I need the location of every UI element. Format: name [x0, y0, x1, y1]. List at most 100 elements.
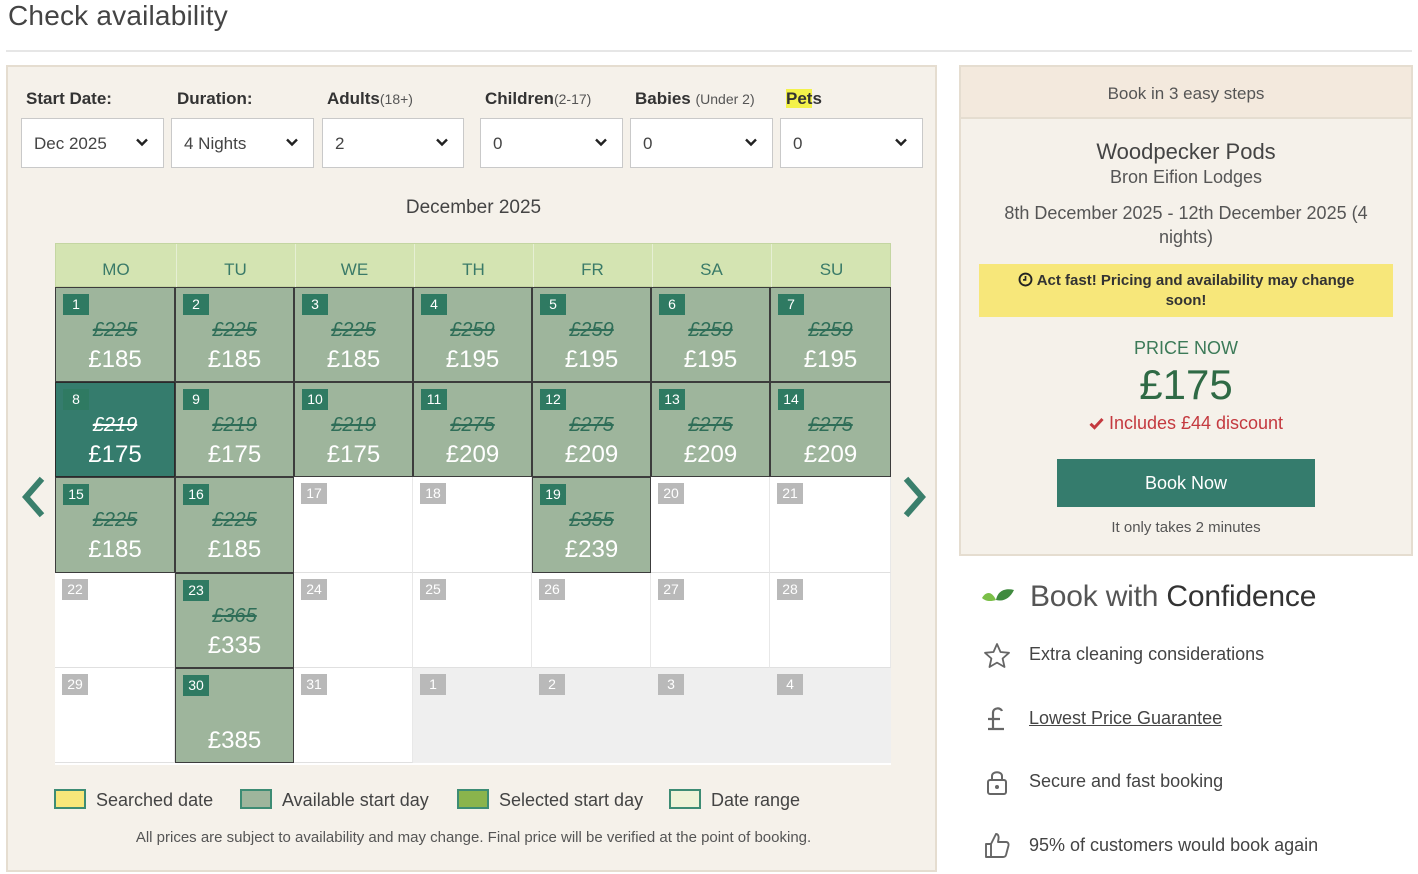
discounted-price: £195: [445, 346, 500, 373]
check-icon: [1089, 417, 1104, 430]
discounted-price: £175: [326, 441, 381, 468]
day-number: 16: [183, 484, 209, 505]
legend-label: Available start day: [282, 790, 429, 810]
duration-select[interactable]: 4 Nights: [171, 118, 314, 168]
calendar-day-2[interactable]: 2 £225 £185: [175, 287, 294, 382]
discounted-price: £209: [803, 441, 858, 468]
discounted-price: £175: [207, 441, 262, 468]
legend-item: Available start day: [240, 789, 429, 811]
weekday-header: MO TU WE TH FR SA SU: [55, 243, 891, 288]
calendar-day-23[interactable]: 23 £365 £335: [175, 573, 294, 668]
weekday-divider: [533, 244, 534, 288]
discounted-price: £335: [207, 632, 262, 659]
adults-label: Adults(18+): [327, 89, 413, 108]
price-now-label: PRICE NOW: [1133, 338, 1238, 358]
legend-item: Searched date: [54, 789, 213, 811]
calendar-day-4[interactable]: 4 £259 £195: [413, 287, 532, 382]
day-number: 12: [540, 389, 566, 410]
children-select[interactable]: 0: [480, 118, 623, 168]
calendar-day-16[interactable]: 16 £225 £185: [175, 477, 294, 573]
day-number: 2: [539, 674, 565, 695]
calendar-month-label: December 2025: [405, 197, 542, 218]
discount-text: Includes £44 discount: [1108, 413, 1284, 433]
legend-item: Date range: [669, 789, 800, 811]
children-value: 0: [493, 134, 503, 153]
legend-swatch: [240, 789, 272, 809]
lock-icon: [987, 771, 1007, 795]
calendar-day-6[interactable]: 6 £259 £195: [651, 287, 770, 382]
calendar-day-31: 31: [294, 668, 413, 763]
original-price: £225: [92, 319, 138, 341]
adults-select[interactable]: 2: [322, 118, 464, 168]
calendar-day-7[interactable]: 7 £259 £195: [770, 287, 891, 382]
weekday-divider: [295, 244, 296, 288]
price-now-value: £175: [1139, 361, 1233, 408]
calendar-day-30[interactable]: 30 £385: [175, 668, 294, 763]
weekday-label: TH: [462, 260, 485, 279]
day-number: 3: [302, 294, 328, 315]
pets-select[interactable]: 0: [780, 118, 923, 168]
chevron-right-icon[interactable]: [900, 475, 930, 519]
confidence-item-rebook: 95% of customers would book again: [1029, 835, 1319, 855]
discounted-price: £185: [207, 346, 262, 373]
calendar-day-13[interactable]: 13 £275 £209: [651, 382, 770, 477]
day-number: 2: [183, 294, 209, 315]
original-price: £275: [569, 414, 614, 436]
start-date-select[interactable]: Dec 2025: [21, 118, 164, 168]
book-now-button[interactable]: Book Now: [1057, 459, 1315, 507]
babies-select[interactable]: 0: [630, 118, 773, 168]
original-price: £259: [808, 319, 853, 341]
original-price: £275: [808, 414, 853, 436]
alert-text: Act fast! Pricing and availability may c…: [1036, 272, 1355, 309]
chevron-left-icon[interactable]: [18, 475, 48, 519]
day-number: 6: [659, 294, 685, 315]
title-divider: [6, 50, 1412, 52]
original-price: £225: [92, 509, 138, 531]
calendar-day-9[interactable]: 9 £219 £175: [175, 382, 294, 477]
discounted-price: £239: [564, 536, 619, 563]
park-name: Bron Eifion Lodges: [1109, 167, 1263, 187]
weekday-divider: [771, 244, 772, 288]
duration-value: 4 Nights: [184, 134, 247, 153]
calendar-day-11[interactable]: 11 £275 £209: [413, 382, 532, 477]
calendar-day-5[interactable]: 5 £259 £195: [532, 287, 651, 382]
lowest-price-guarantee-link[interactable]: Lowest Price Guarantee: [1029, 708, 1222, 729]
discounted-price: £195: [803, 346, 858, 373]
weekday-label: TU: [224, 260, 247, 279]
chevron-down-icon: [436, 138, 448, 147]
day-number: 7: [778, 294, 804, 315]
discounted-price: £209: [683, 441, 738, 468]
chevron-down-icon: [745, 138, 757, 147]
chevron-down-icon: [136, 138, 148, 147]
calendar-day-12[interactable]: 12 £275 £209: [532, 382, 651, 477]
calendar-day-22: 22: [55, 573, 175, 668]
legend-swatch: [669, 789, 701, 809]
calendar-day-8[interactable]: 8 £219 £175: [55, 382, 175, 477]
calendar-day-3[interactable]: 3 £225 £185: [294, 287, 413, 382]
discounted-price: £209: [445, 441, 500, 468]
calendar-day-1[interactable]: 1 £225 £185: [55, 287, 175, 382]
day-number: 21: [777, 483, 803, 504]
calendar-day-28: 28: [770, 573, 891, 668]
chevron-down-icon: [595, 138, 607, 147]
day-number: 4: [777, 674, 803, 695]
chevron-down-icon: [286, 138, 298, 147]
discounted-price: £385: [207, 727, 262, 754]
calendar-day-14[interactable]: 14 £275 £209: [770, 382, 891, 477]
original-price: £365: [212, 605, 257, 627]
day-number: 31: [301, 674, 327, 695]
discounted-price: £185: [207, 536, 262, 563]
day-number: 1: [420, 674, 446, 695]
confidence-title: Book with Confidence: [1030, 580, 1317, 613]
day-number: 30: [183, 675, 209, 696]
calendar-day-26: 26: [532, 573, 651, 668]
chevron-down-icon: [895, 138, 907, 147]
day-number: 19: [540, 484, 566, 505]
calendar-day-15[interactable]: 15 £225 £185: [55, 477, 175, 573]
original-price: £259: [569, 319, 614, 341]
original-price: £275: [688, 414, 733, 436]
calendar-day-10[interactable]: 10 £219 £175: [294, 382, 413, 477]
original-price: £219: [331, 414, 376, 436]
calendar-day-19[interactable]: 19 £355 £239: [532, 477, 651, 573]
weekday-divider: [652, 244, 653, 288]
